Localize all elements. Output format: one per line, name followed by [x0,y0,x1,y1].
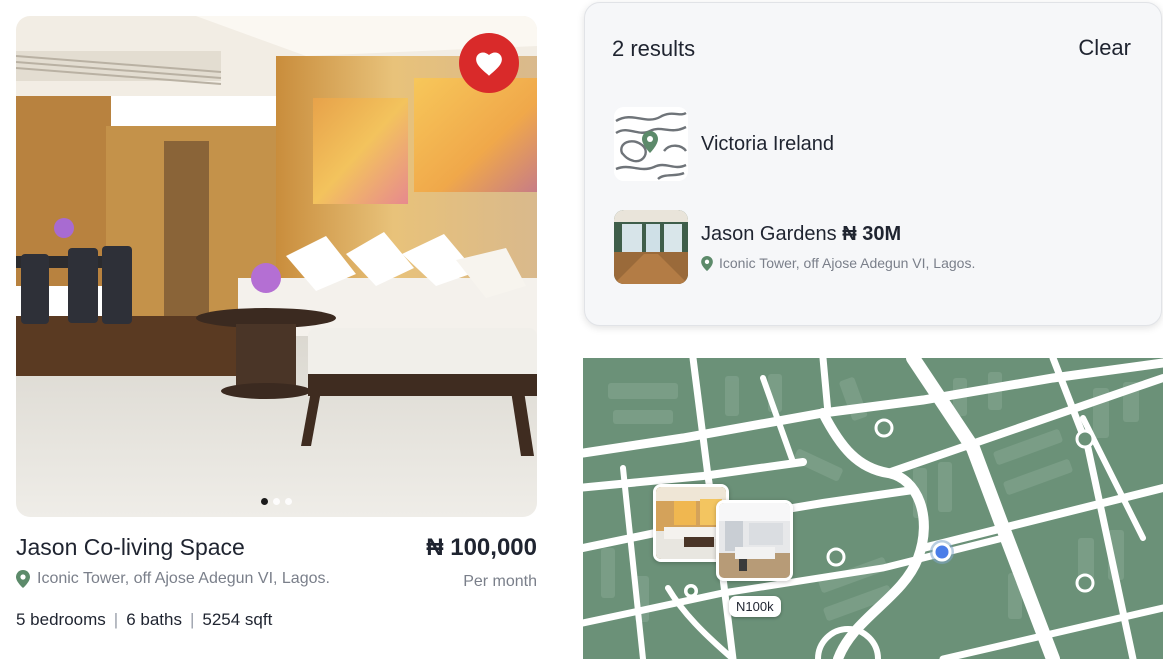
map-view[interactable]: N100k [583,358,1163,659]
property-location-marker[interactable] [684,584,698,598]
map-marker[interactable] [1075,429,1095,449]
map-marker[interactable] [874,418,894,438]
property-photo [614,210,688,284]
carousel-dot-1[interactable] [261,498,268,505]
heart-icon [476,51,502,76]
map-thumbnail [614,107,688,181]
listing-address: Iconic Tower, off Ajose Adegun VI, Lagos… [16,570,330,588]
listing-specs: 5 bedrooms | 6 baths | 5254 sqft [16,610,272,630]
selected-map-marker[interactable] [930,540,954,564]
result-address-text: Iconic Tower, off Ajose Adegun VI, Lagos… [719,255,976,271]
bedrooms-count: 5 bedrooms [16,610,106,629]
property-photo [719,503,790,578]
map-property-photo[interactable] [716,500,793,581]
spec-separator: | [113,610,119,629]
map-price-tag[interactable]: N100k [729,596,781,617]
location-pin-icon [16,570,30,588]
area-size: 5254 sqft [202,610,273,629]
result-address: Iconic Tower, off Ajose Adegun VI, Lagos… [701,255,975,271]
favorite-button[interactable] [459,33,519,93]
carousel-dot-2[interactable] [273,498,280,505]
result-title: Victoria Ireland [701,132,835,155]
results-count: 2 results [612,36,696,61]
price-period: Per month [463,573,537,590]
property-thumbnail [614,210,688,284]
listing-title: Jason Co-living Space [16,534,245,560]
carousel-dot-3[interactable] [285,498,292,505]
clear-button[interactable]: Clear [1078,35,1131,61]
result-title-text: Jason Gardens [701,223,837,245]
map-pin-icon [614,107,688,181]
living-room-photo [16,16,537,517]
listing-price: ₦ 100,000 [426,534,537,561]
spec-separator: | [189,610,195,629]
listing-address-text: Iconic Tower, off Ajose Adegun VI, Lagos… [37,570,330,587]
result-item-jason-gardens[interactable]: Jason Gardens ₦ 30M Iconic Tower, off Aj… [614,210,975,284]
search-results-panel: 2 results Clear Victoria Ireland Jason G… [584,2,1162,326]
location-pin-icon [701,255,713,271]
result-price: ₦ 30M [842,223,902,245]
map-marker[interactable] [1075,573,1095,593]
baths-count: 6 baths [126,610,182,629]
listing-photo[interactable] [16,16,537,517]
result-item-victoria-ireland[interactable]: Victoria Ireland [614,107,834,181]
listing-card[interactable]: Jason Co-living Space ₦ 100,000 Iconic T… [16,16,537,629]
result-title: Jason Gardens ₦ 30M [701,223,975,246]
map-marker[interactable] [826,547,846,567]
carousel-dots [16,498,537,505]
